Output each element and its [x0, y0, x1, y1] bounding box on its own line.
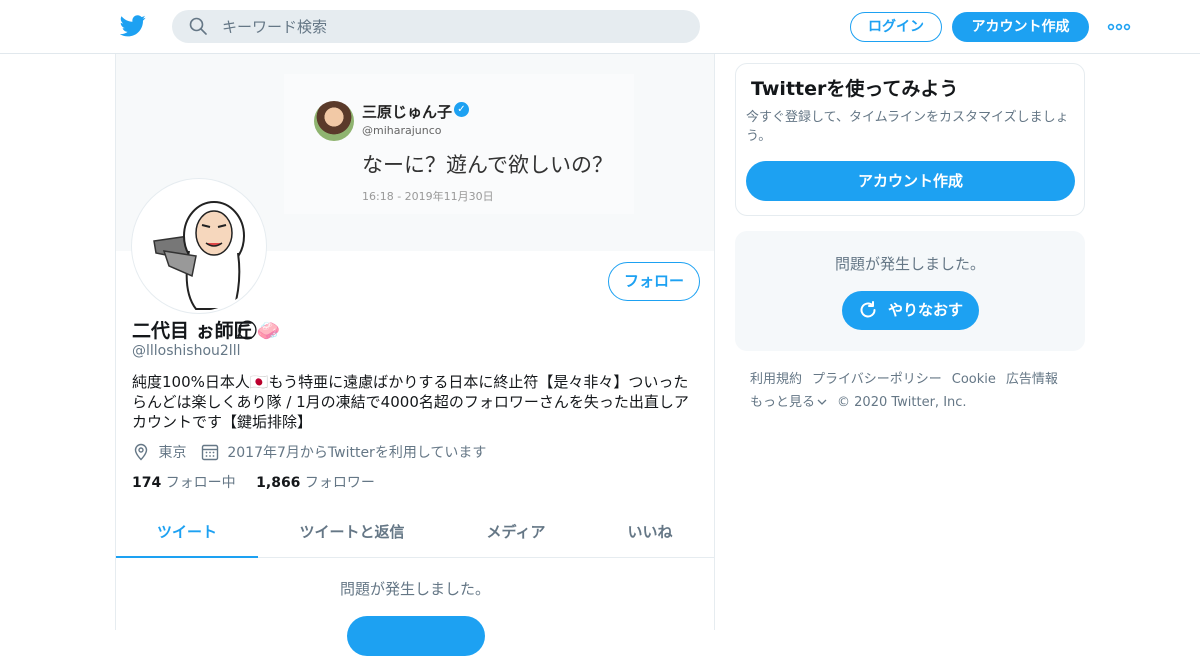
sidebar-retry-button[interactable]: やりなおす	[842, 291, 979, 330]
banner-tweet-text: なーに？遊んで欲しいの？	[362, 153, 613, 177]
tab-media[interactable]: メディア	[446, 506, 586, 558]
followers-label: フォロワー	[304, 475, 375, 491]
chevron-down-icon	[817, 399, 827, 405]
search-box[interactable]	[172, 10, 700, 43]
search-icon	[189, 17, 207, 35]
followers-count: 1,866	[256, 475, 301, 491]
profile-location: 東京	[158, 445, 187, 461]
footer-more-label: もっと見る	[750, 395, 816, 410]
signup-promo-card: Twitterを使ってみよう 今すぐ登録して、タイムラインをカスタマイズしましょ…	[735, 63, 1085, 216]
promo-signup-button[interactable]: アカウント作成	[746, 161, 1075, 201]
location-pin-icon	[134, 443, 148, 461]
sidebar-error-card: 問題が発生しました。 やりなおす	[735, 231, 1085, 351]
sidebar-error-message: 問題が発生しました。	[834, 255, 985, 273]
tab-tweets-and-replies[interactable]: ツイートと返信	[258, 506, 446, 558]
twitter-bird-logo-icon[interactable]	[120, 14, 146, 38]
profile-meta: 東京 2017年7月からTwitterを利用しています	[132, 442, 486, 462]
signup-button[interactable]: アカウント作成	[952, 12, 1089, 42]
profile-tabs: ツイート ツイートと返信 メディア いいね	[116, 506, 714, 558]
tab-likes[interactable]: いいね	[586, 506, 714, 558]
tab-tweets[interactable]: ツイート	[116, 506, 258, 558]
footer-link-ads[interactable]: 広告情報	[1006, 372, 1058, 387]
following-link[interactable]: 174 フォロー中	[132, 475, 240, 491]
footer-copyright: © 2020 Twitter, Inc.	[837, 395, 967, 410]
profile-bio: 純度100%日本人🇯🇵もう特亜に遠慮ばかりする日本に終止符【是々非々】ついったら…	[132, 373, 689, 431]
promo-text: 今すぐ登録して、タイムラインをカスタマイズしましょう。	[746, 110, 1069, 144]
cartoon-character-avatar-icon	[153, 201, 245, 310]
profile-join-date: 2017年7月からTwitterを利用しています	[227, 445, 487, 461]
promo-title: Twitterを使ってみよう	[751, 78, 959, 100]
top-navigation-bar: ログイン アカウント作成	[0, 0, 1200, 54]
refresh-icon	[860, 301, 876, 318]
banner-tweet-avatar	[314, 101, 354, 141]
footer-link-terms[interactable]: 利用規約	[750, 372, 802, 387]
banner-tweet-author-handle: @miharajunco	[362, 124, 442, 137]
search-input[interactable]	[222, 10, 682, 43]
more-options-icon[interactable]	[1107, 22, 1131, 32]
following-label: フォロー中	[165, 475, 236, 491]
banner-tweet-timestamp: 16:18 - 2019年11月30日	[362, 190, 494, 203]
calendar-icon	[201, 444, 219, 461]
profile-handle: @llloshishou2lll	[132, 343, 241, 359]
banner-tweet-author-name: 三原じゅん子	[362, 103, 453, 121]
timeline-error-message: 問題が発生しました。	[339, 580, 490, 598]
profile-avatar[interactable]	[132, 179, 266, 313]
profile-counts: 174 フォロー中 1,866 フォロワー	[132, 472, 375, 492]
profile-display-name: 二代目 ぉ師匠 ⃝🧼	[132, 320, 281, 342]
retry-label: やりなおす	[888, 301, 964, 319]
verified-badge-icon: ✓	[454, 102, 469, 117]
following-count: 174	[132, 475, 162, 491]
banner-tweet-screenshot: 三原じゅん子 ✓ @miharajunco なーに？遊んで欲しいの？ 16:18…	[284, 74, 634, 214]
timeline-retry-button[interactable]	[347, 616, 485, 656]
profile-column: 三原じゅん子 ✓ @miharajunco なーに？遊んで欲しいの？ 16:18…	[115, 54, 715, 656]
footer-link-privacy[interactable]: プライバシーポリシー	[812, 372, 942, 387]
followers-link[interactable]: 1,866 フォロワー	[256, 475, 375, 491]
follow-button[interactable]: フォロー	[608, 262, 700, 301]
footer-link-cookie[interactable]: Cookie	[952, 372, 996, 387]
footer-more-link[interactable]: もっと見る	[750, 395, 827, 410]
login-button[interactable]: ログイン	[850, 12, 942, 42]
footer-links: 利用規約 プライバシーポリシー Cookie 広告情報 もっと見る © 2020 Twi…	[750, 368, 1070, 414]
